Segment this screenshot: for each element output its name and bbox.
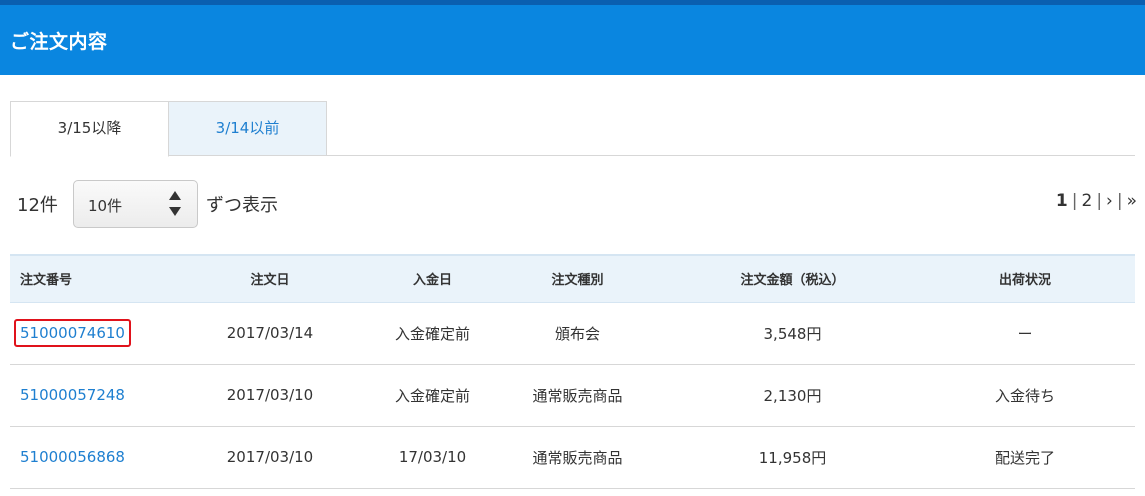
- cell-shipping-status: 入金待ち: [915, 364, 1135, 427]
- cell-order-date: 2017/03/10: [160, 426, 380, 489]
- pagination: 1 | 2 | › | »: [1056, 191, 1137, 211]
- header-order-no: 注文番号: [10, 255, 160, 303]
- table-row: 51000057248 2017/03/10 入金確定前 通常販売商品 2,13…: [10, 364, 1135, 427]
- order-link[interactable]: 51000056868: [20, 448, 125, 466]
- cell-shipping-status: ー: [915, 302, 1135, 365]
- pager-separator: |: [1096, 191, 1103, 211]
- table-row: 51000056868 2017/03/10 17/03/10 通常販売商品 1…: [10, 426, 1135, 489]
- cell-payment-date: 入金確定前: [380, 302, 485, 365]
- header-shipping-status: 出荷状況: [915, 255, 1135, 303]
- cell-amount: 11,958円: [670, 426, 915, 489]
- per-page-label: ずつ表示: [206, 195, 278, 216]
- order-link[interactable]: 51000057248: [20, 386, 125, 404]
- table-header-row: 注文番号 注文日 入金日 注文種別 注文金額（税込） 出荷状況: [10, 255, 1135, 303]
- cell-order-type: 通常販売商品: [485, 426, 670, 489]
- per-page-value: 10件: [88, 197, 123, 215]
- cell-shipping-status: 配送完了: [915, 426, 1135, 489]
- page-title: ご注文内容: [10, 31, 108, 53]
- table-row: 51000074610 2017/03/14 入金確定前 頒布会 3,548円 …: [10, 302, 1135, 365]
- cell-amount: 3,548円: [670, 302, 915, 365]
- per-page-select[interactable]: 10件: [73, 180, 198, 228]
- period-tabs: 3/15以降 3/14以前: [10, 101, 1135, 157]
- pager-separator: |: [1071, 191, 1078, 211]
- total-count: 12件: [17, 195, 58, 216]
- header-order-date: 注文日: [160, 255, 380, 303]
- header-payment-date: 入金日: [380, 255, 485, 303]
- select-arrows-icon: [169, 191, 181, 219]
- pager-last-icon[interactable]: »: [1127, 191, 1137, 211]
- tab-after-3-15[interactable]: 3/15以降: [10, 101, 169, 157]
- page-header: ご注文内容: [0, 0, 1145, 75]
- cell-payment-date: 17/03/10: [380, 426, 485, 489]
- cell-payment-date: 入金確定前: [380, 364, 485, 427]
- pager-separator: |: [1116, 191, 1123, 211]
- header-amount: 注文金額（税込）: [670, 255, 915, 303]
- pager-current-page: 1: [1055, 191, 1068, 211]
- order-link[interactable]: 51000074610: [14, 319, 131, 347]
- header-order-type: 注文種別: [485, 255, 670, 303]
- orders-table: 注文番号 注文日 入金日 注文種別 注文金額（税込） 出荷状況 51000074…: [10, 254, 1135, 489]
- pager-next-icon[interactable]: ›: [1106, 191, 1113, 211]
- cell-order-type: 頒布会: [485, 302, 670, 365]
- cell-order-no: 51000074610: [10, 302, 160, 365]
- pager-page-2[interactable]: 2: [1081, 191, 1092, 211]
- cell-order-no: 51000056868: [10, 426, 160, 489]
- cell-order-date: 2017/03/10: [160, 364, 380, 427]
- cell-amount: 2,130円: [670, 364, 915, 427]
- cell-order-no: 51000057248: [10, 364, 160, 427]
- tab-before-3-14[interactable]: 3/14以前: [168, 101, 327, 156]
- cell-order-date: 2017/03/14: [160, 302, 380, 365]
- cell-order-type: 通常販売商品: [485, 364, 670, 427]
